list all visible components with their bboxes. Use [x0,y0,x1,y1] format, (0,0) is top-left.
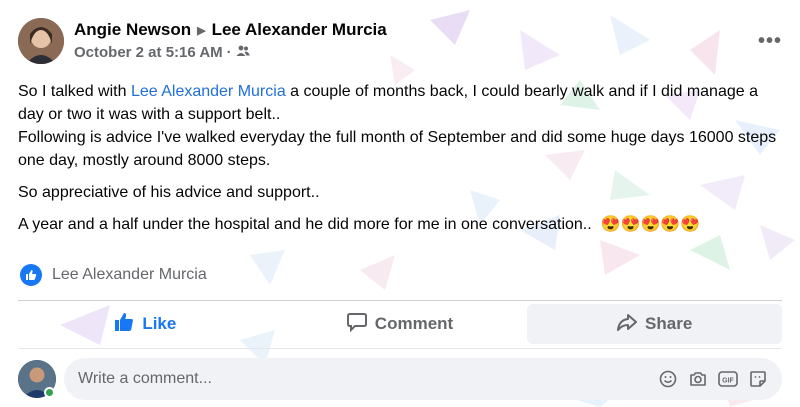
share-icon [617,312,638,337]
mention-link[interactable]: Lee Alexander Murcia [131,83,286,100]
tagged-name: Lee Alexander Murcia [52,266,207,283]
author-line: Angie Newson ▶ Lee Alexander Murcia [74,20,387,40]
share-button[interactable]: Share [527,304,783,344]
share-label: Share [645,314,693,333]
post-body: So I talked with Lee Alexander Murcia a … [18,80,782,245]
post-paragraph-3: A year and a half under the hospital and… [18,216,701,233]
post-meta: October 2 at 5:16 AM · [74,44,250,61]
comment-composer: Write a comment... GIF [18,358,782,400]
author-name[interactable]: Angie Newson [74,20,191,40]
post-timestamp[interactable]: October 2 at 5:16 AM [74,44,223,61]
comment-tools: GIF [658,369,768,389]
to-arrow-icon: ▶ [197,24,206,37]
recipient-name[interactable]: Lee Alexander Murcia [212,20,387,40]
emoji-icon[interactable] [658,369,678,389]
post-actions: Like Comment Share [18,304,783,344]
comment-placeholder[interactable]: Write a comment... [78,370,658,388]
like-button[interactable]: Like [18,304,273,344]
author-avatar[interactable] [18,18,64,64]
post-paragraph-2: So appreciative of his advice and suppor… [18,184,320,201]
post-paragraph-1: So I talked with Lee Alexander Murcia a … [18,83,777,169]
comment-input[interactable]: Write a comment... GIF [64,358,782,400]
friends-icon [236,44,250,61]
online-status-indicator [44,387,55,398]
like-badge-icon [20,264,42,286]
post-header: Angie Newson ▶ Lee Alexander Murcia Octo… [18,16,782,66]
comment-button[interactable]: Comment [273,304,528,344]
svg-text:GIF: GIF [722,378,734,385]
tagged-user[interactable]: Lee Alexander Murcia [20,264,207,286]
sticker-icon[interactable] [748,369,768,389]
thumbs-up-icon [114,312,134,337]
gif-icon[interactable]: GIF [718,369,738,389]
comment-icon [346,312,367,337]
post-card: Angie Newson ▶ Lee Alexander Murcia Octo… [0,0,800,407]
divider [18,300,782,301]
comment-label: Comment [374,314,454,333]
camera-icon[interactable] [688,369,708,389]
heart-eyes-emoji: 😍😍😍😍😍 [600,216,701,233]
more-options-button[interactable]: ••• [758,30,782,53]
like-label: Like [142,314,177,333]
meta-separator: · [226,44,232,61]
divider [18,348,782,349]
